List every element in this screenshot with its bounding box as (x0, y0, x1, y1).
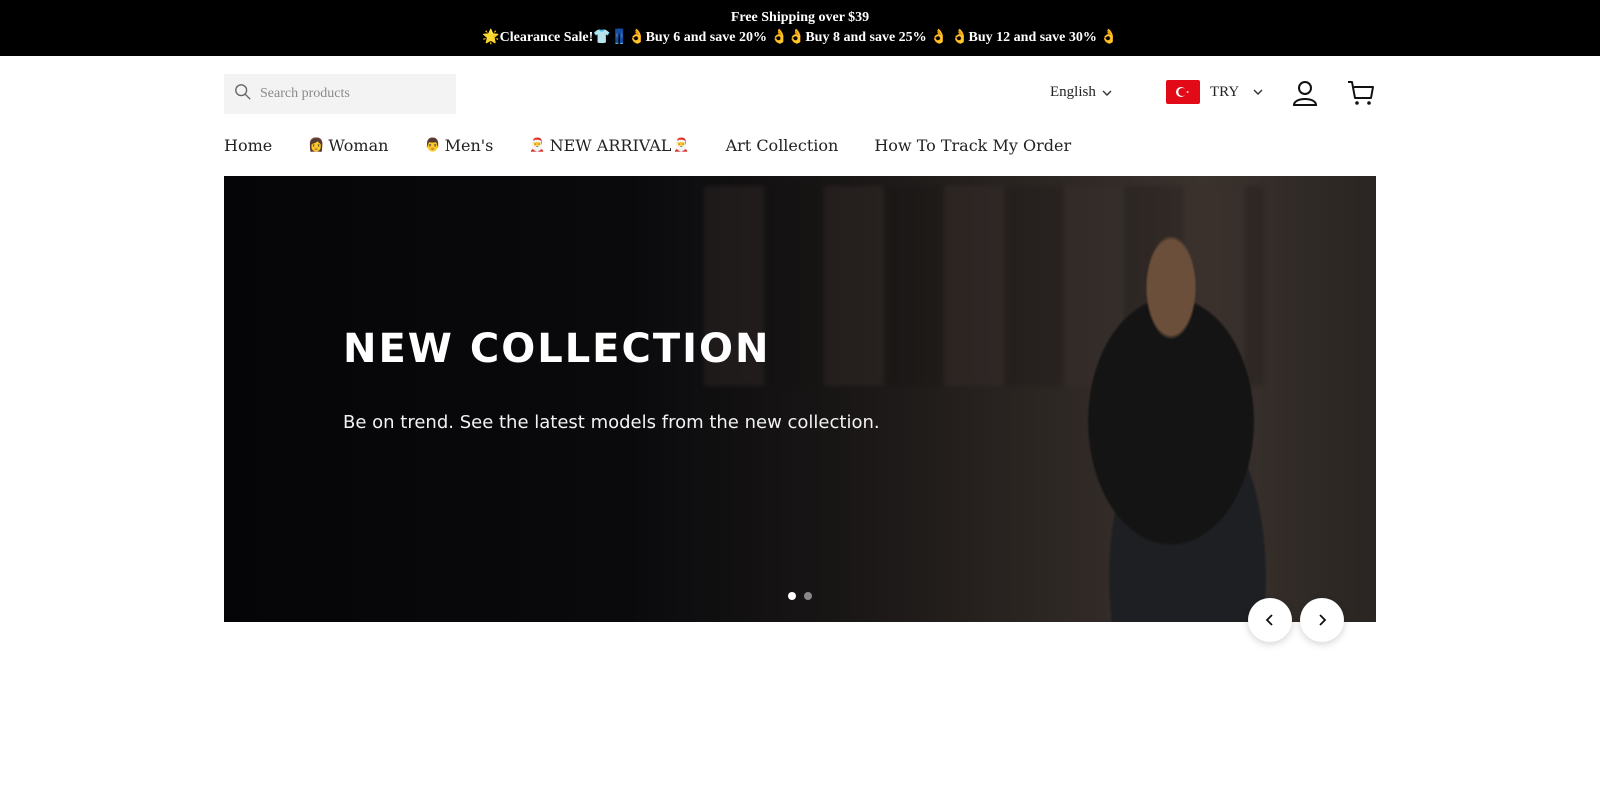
hero-banner[interactable]: NEW COLLECTION Be on trend. See the late… (224, 176, 1376, 622)
nav-art-collection[interactable]: Art Collection (726, 136, 839, 155)
language-selector[interactable]: English (1050, 84, 1112, 101)
site-header: English TRY Home 👩Woman 👨Men's 🎅NEW ARRI… (0, 56, 1600, 176)
chevron-right-icon (1319, 614, 1327, 626)
chevron-down-icon (1102, 90, 1112, 96)
slider-dots (788, 592, 812, 600)
slider-prev-button[interactable] (1248, 598, 1292, 642)
nav-track-order-label: How To Track My Order (874, 136, 1072, 155)
nav-mens[interactable]: 👨 Men's (424, 136, 493, 155)
main-nav: Home 👩 Woman 👨 Men's 🎅 NEW ARRIVAL 🎅 Art Col… (224, 136, 1071, 155)
nav-woman[interactable]: 👩 Woman (308, 136, 388, 155)
nav-new-arrival-label: NEW ARRIVAL (549, 136, 672, 155)
nav-woman-label: Woman (328, 136, 389, 155)
hero-title: NEW COLLECTION (343, 326, 771, 372)
announcement-bar: Free Shipping over $39 🌟Clearance Sale!👕… (0, 0, 1600, 56)
currency-code: TRY (1210, 83, 1240, 100)
search-input[interactable] (260, 86, 450, 102)
chevron-down-icon (1253, 89, 1263, 95)
announcement-line-2: 🌟Clearance Sale!👕👖👌Buy 6 and save 20% 👌👌… (482, 30, 1118, 45)
search-box[interactable] (224, 74, 456, 114)
currency-selector[interactable]: TRY (1166, 80, 1263, 104)
language-label: English (1050, 84, 1096, 100)
man-emoji-icon: 👨 (424, 138, 441, 153)
slider-next-button[interactable] (1300, 598, 1344, 642)
hero-subtitle: Be on trend. See the latest models from … (343, 412, 880, 433)
announcement-line-1: Free Shipping over $39 (730, 10, 870, 25)
nav-new-arrival[interactable]: 🎅 NEW ARRIVAL 🎅 (529, 136, 689, 155)
nav-track-order[interactable]: How To Track My Order (874, 136, 1071, 155)
slide-dot-1[interactable] (788, 592, 796, 600)
nav-mens-label: Men's (444, 136, 494, 155)
account-icon[interactable] (1290, 78, 1320, 108)
nav-home[interactable]: Home (224, 136, 272, 155)
cart-icon[interactable] (1346, 78, 1376, 108)
slide-dot-2[interactable] (804, 592, 812, 600)
chevron-left-icon (1265, 614, 1273, 626)
hero-model-image (1006, 176, 1336, 622)
search-icon (234, 83, 252, 105)
turkey-flag-icon (1166, 80, 1200, 104)
woman-emoji-icon: 👩 (308, 138, 325, 153)
nav-home-label: Home (224, 136, 273, 155)
santa-emoji-icon: 🎅 (673, 138, 690, 153)
nav-art-collection-label: Art Collection (725, 136, 839, 155)
santa-emoji-icon: 🎅 (529, 138, 546, 153)
